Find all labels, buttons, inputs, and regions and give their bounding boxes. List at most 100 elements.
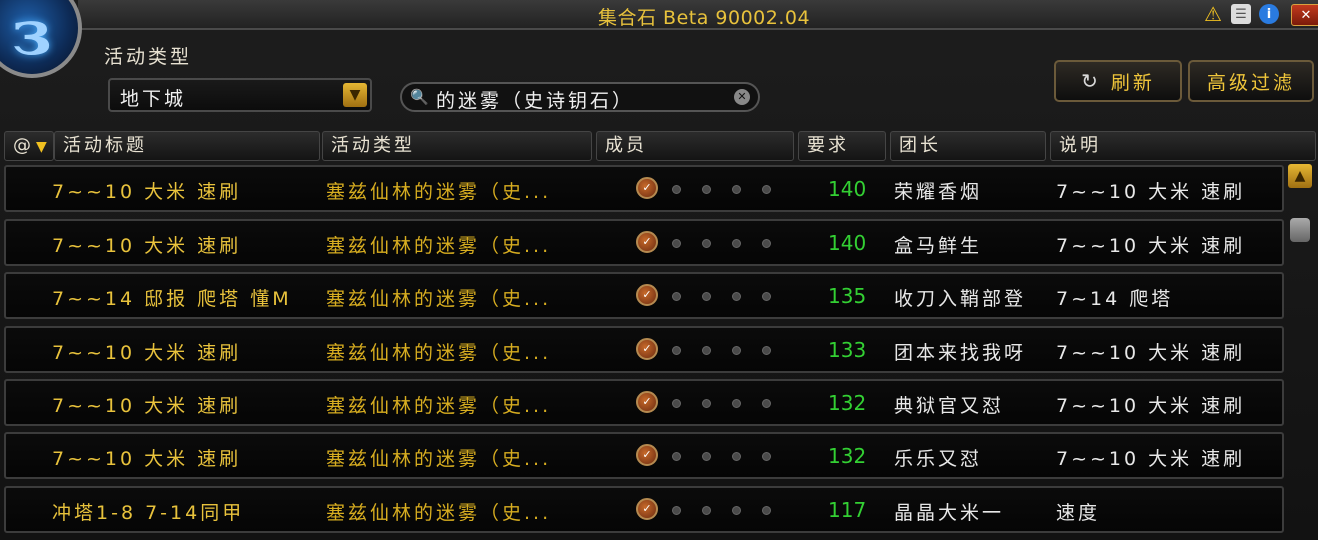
empty-slot-icon: [762, 239, 771, 248]
row-requirement: 140: [828, 231, 867, 255]
leader-role-icon: ✓: [636, 444, 658, 466]
table-row[interactable]: 冲塔1-8 7-14同甲 塞兹仙林的迷雾（史... ✓ 117 晶晶大米一 速度: [4, 486, 1284, 533]
row-title: 7~~14 邸报 爬塔 懂M: [52, 288, 292, 310]
row-leader: 典狱官又怼: [894, 395, 1005, 417]
warning-icon[interactable]: ⚠: [1203, 2, 1223, 26]
row-note: 7~~10 大米 速刷: [1056, 395, 1246, 417]
empty-slot-icon: [702, 292, 711, 301]
column-header-members[interactable]: 成员: [596, 131, 794, 161]
column-header-at[interactable]: @ ▼: [4, 131, 54, 161]
search-input[interactable]: 🔍 的迷雾（史诗钥石） ✕: [400, 82, 760, 112]
column-header-title[interactable]: 活动标题: [54, 131, 320, 161]
empty-slot-icon: [732, 185, 741, 194]
row-title: 7~~10 大米 速刷: [52, 448, 242, 470]
column-header-note[interactable]: 说明: [1050, 131, 1316, 161]
document-icon[interactable]: ☰: [1231, 4, 1251, 24]
row-title: 7~~10 大米 速刷: [52, 342, 242, 364]
row-requirement: 133: [828, 338, 867, 362]
empty-slot-icon: [762, 346, 771, 355]
refresh-button[interactable]: ↻ 刷新: [1054, 60, 1182, 102]
leader-role-icon: ✓: [636, 498, 658, 520]
row-leader: 晶晶大米一: [894, 502, 1005, 524]
empty-slot-icon: [702, 346, 711, 355]
empty-slot-icon: [732, 292, 741, 301]
empty-slot-icon: [732, 346, 741, 355]
row-requirement: 135: [828, 284, 867, 308]
row-note: 7~14 爬塔: [1056, 288, 1174, 310]
scrollbar-thumb[interactable]: [1290, 218, 1310, 242]
leader-role-icon: ✓: [636, 231, 658, 253]
leader-role-icon: ✓: [636, 338, 658, 360]
table-row[interactable]: 7~~10 大米 速刷 塞兹仙林的迷雾（史... ✓ 132 乐乐又怼 7~~1…: [4, 432, 1284, 479]
search-icon: 🔍: [410, 88, 429, 106]
empty-slot-icon: [732, 399, 741, 408]
leader-role-icon: ✓: [636, 177, 658, 199]
table-row[interactable]: 7~~10 大米 速刷 塞兹仙林的迷雾（史... ✓ 133 团本来找我呀 7~…: [4, 326, 1284, 373]
empty-slot-icon: [762, 452, 771, 461]
table-row[interactable]: 7~~14 邸报 爬塔 懂M 塞兹仙林的迷雾（史... ✓ 135 收刀入鞘部登…: [4, 272, 1284, 319]
scroll-up-icon[interactable]: ▲: [1288, 164, 1312, 188]
close-icon[interactable]: ✕: [1291, 4, 1318, 26]
row-note: 7~~10 大米 速刷: [1056, 448, 1246, 470]
refresh-icon: ↻: [1081, 69, 1101, 93]
clear-icon[interactable]: ✕: [734, 89, 750, 105]
empty-slot-icon: [672, 185, 681, 194]
app-window: 集合石 Beta 90002.04 ⚠ ☰ i ✕ з 活动类型 地下城 ▼ 🔍…: [0, 0, 1318, 540]
row-requirement: 132: [828, 391, 867, 415]
search-value: 的迷雾（史诗钥石）: [436, 90, 635, 112]
row-title: 7~~10 大米 速刷: [52, 181, 242, 203]
row-type: 塞兹仙林的迷雾（史...: [326, 181, 552, 203]
empty-slot-icon: [702, 399, 711, 408]
empty-slot-icon: [672, 239, 681, 248]
row-type: 塞兹仙林的迷雾（史...: [326, 395, 552, 417]
row-note: 7~~10 大米 速刷: [1056, 181, 1246, 203]
empty-slot-icon: [702, 452, 711, 461]
row-leader: 团本来找我呀: [894, 342, 1027, 364]
empty-slot-icon: [672, 506, 681, 515]
empty-slot-icon: [672, 346, 681, 355]
row-type: 塞兹仙林的迷雾（史...: [326, 288, 552, 310]
row-type: 塞兹仙林的迷雾（史...: [326, 235, 552, 257]
table-row[interactable]: 7~~10 大米 速刷 塞兹仙林的迷雾（史... ✓ 140 盒马鲜生 7~~1…: [4, 219, 1284, 266]
row-title: 冲塔1-8 7-14同甲: [52, 502, 245, 524]
row-leader: 荣耀香烟: [894, 181, 983, 203]
row-note: 7~~10 大米 速刷: [1056, 235, 1246, 257]
row-requirement: 140: [828, 177, 867, 201]
chevron-down-icon[interactable]: ▼: [343, 83, 367, 107]
row-leader: 收刀入鞘部登: [894, 288, 1027, 310]
empty-slot-icon: [762, 292, 771, 301]
activity-type-value: 地下城: [120, 88, 187, 110]
info-icon[interactable]: i: [1259, 4, 1279, 24]
refresh-label: 刷新: [1110, 71, 1155, 94]
row-leader: 盒马鲜生: [894, 235, 983, 257]
empty-slot-icon: [702, 185, 711, 194]
empty-slot-icon: [732, 452, 741, 461]
column-header-requirement[interactable]: 要求: [798, 131, 886, 161]
table-row[interactable]: 7~~10 大米 速刷 塞兹仙林的迷雾（史... ✓ 132 典狱官又怼 7~~…: [4, 379, 1284, 426]
row-requirement: 117: [828, 498, 867, 522]
row-type: 塞兹仙林的迷雾（史...: [326, 448, 552, 470]
leader-role-icon: ✓: [636, 284, 658, 306]
empty-slot-icon: [732, 506, 741, 515]
column-header-type[interactable]: 活动类型: [322, 131, 592, 161]
empty-slot-icon: [702, 239, 711, 248]
empty-slot-icon: [672, 452, 681, 461]
empty-slot-icon: [672, 292, 681, 301]
empty-slot-icon: [762, 185, 771, 194]
row-title: 7~~10 大米 速刷: [52, 395, 242, 417]
advanced-filter-button[interactable]: 高级过滤: [1188, 60, 1314, 102]
table-row[interactable]: 7~~10 大米 速刷 塞兹仙林的迷雾（史... ✓ 140 荣耀香烟 7~~1…: [4, 165, 1284, 212]
row-leader: 乐乐又怼: [894, 448, 983, 470]
leader-role-icon: ✓: [636, 391, 658, 413]
empty-slot-icon: [732, 239, 741, 248]
row-note: 速度: [1056, 502, 1101, 524]
row-note: 7~~10 大米 速刷: [1056, 342, 1246, 364]
row-type: 塞兹仙林的迷雾（史...: [326, 502, 552, 524]
window-title: 集合石 Beta 90002.04: [598, 7, 811, 29]
swirl-logo-icon: з: [0, 0, 82, 78]
row-requirement: 132: [828, 444, 867, 468]
activity-type-dropdown[interactable]: 地下城 ▼: [108, 78, 372, 112]
empty-slot-icon: [762, 399, 771, 408]
column-header-leader[interactable]: 团长: [890, 131, 1046, 161]
advanced-filter-label: 高级过滤: [1206, 71, 1295, 94]
